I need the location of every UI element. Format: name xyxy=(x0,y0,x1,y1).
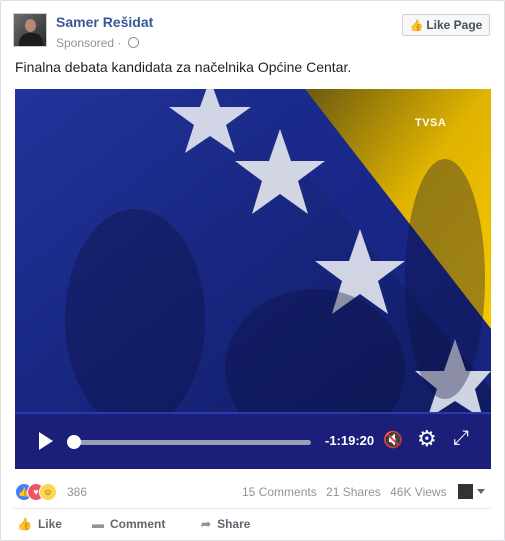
mute-icon[interactable]: 🔇 xyxy=(383,430,403,450)
like-button[interactable]: 👍 Like xyxy=(17,517,62,531)
like-label: Like xyxy=(37,517,62,531)
avatar-head xyxy=(25,19,36,32)
channel-logo: TVSA xyxy=(415,117,447,129)
divider xyxy=(13,508,491,509)
share-icon: ➦ xyxy=(201,517,212,531)
author-avatar[interactable] xyxy=(13,13,47,47)
seek-bar[interactable] xyxy=(73,440,311,445)
comments-count[interactable]: 15 Comments xyxy=(242,485,317,499)
video-player[interactable]: TVSA -1:19:20 🔇 ⚙ ⤢ xyxy=(15,89,491,469)
thumbs-up-icon: 👍 xyxy=(409,20,424,32)
avatar-body xyxy=(19,33,43,46)
chevron-down-icon[interactable] xyxy=(477,489,485,494)
like-page-button[interactable]: 👍 Like Page xyxy=(402,14,490,36)
haha-reaction-icon: ☺ xyxy=(39,483,57,501)
comment-label: Comment xyxy=(110,517,166,531)
player-controls: -1:19:20 🔇 ⚙ ⤢ xyxy=(15,412,491,469)
expand-icon[interactable]: ⤢ xyxy=(453,427,469,450)
sponsored-label[interactable]: Sponsored · xyxy=(56,36,139,50)
globe-icon xyxy=(127,37,139,48)
page-avatar-mini[interactable] xyxy=(458,484,473,499)
comment-button[interactable]: ▬ Comment xyxy=(92,517,165,531)
sponsored-text: Sponsored xyxy=(56,36,115,50)
thumbs-up-icon: 👍 xyxy=(17,517,32,531)
post-card: Samer Rešidat Sponsored · 👍 Like Page Fin… xyxy=(0,0,505,541)
post-message: Finalna debata kandidata za načelnika Op… xyxy=(15,59,352,75)
reaction-count: 386 xyxy=(67,485,88,499)
author-name[interactable]: Samer Rešidat xyxy=(56,14,153,30)
share-button[interactable]: ➦ Share xyxy=(201,517,250,531)
play-icon[interactable] xyxy=(39,432,53,450)
comment-icon: ▬ xyxy=(92,517,104,531)
seek-handle[interactable] xyxy=(67,435,81,449)
gear-icon[interactable]: ⚙ xyxy=(417,426,437,452)
share-label: Share xyxy=(217,517,251,531)
views-count: 46K Views xyxy=(390,485,447,499)
shares-count[interactable]: 21 Shares xyxy=(326,485,381,499)
remaining-time: -1:19:20 xyxy=(325,433,375,448)
post-stats: 15 Comments 21 Shares 46K Views xyxy=(242,485,453,499)
like-page-label: Like Page xyxy=(426,18,483,32)
